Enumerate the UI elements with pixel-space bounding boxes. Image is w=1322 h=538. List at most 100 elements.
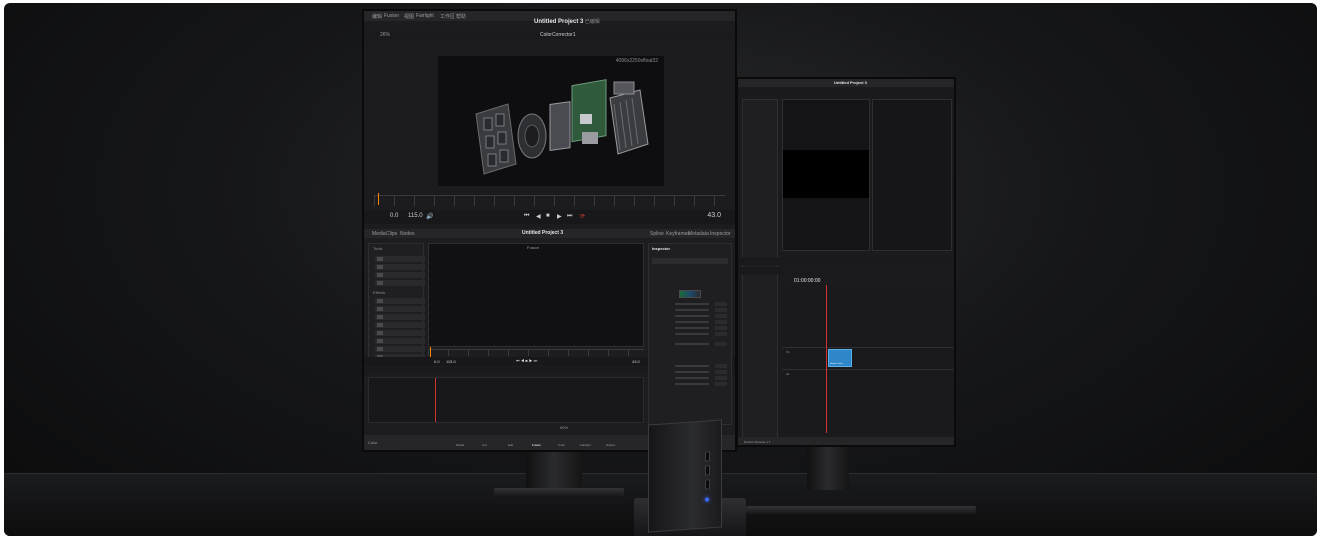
bottom-top-bar: Media Clips Nodes Untitled Project 3 Spl… [364,229,735,238]
tab-clips[interactable]: Clips [386,231,397,237]
track-v1: V1 [782,347,954,370]
page-tab-media[interactable]: Media [456,443,464,447]
node-name: ColorCorrector1 [540,32,576,38]
start-time[interactable]: 0.0 [390,213,398,219]
page-tab-cut[interactable]: Cut [482,443,487,447]
tab-nodes[interactable]: Nodes [400,231,414,237]
timeline-timecode: 01:00:00:00 [794,278,821,284]
timeline-clip[interactable]: Render Cache [828,349,852,367]
menu-item[interactable]: 帮助 [456,13,466,20]
tab-spline[interactable]: Spline [650,231,664,237]
inspector-header [652,258,728,264]
stop-icon[interactable]: ■ [546,213,550,219]
page-tab-fairlight[interactable]: Fairlight [580,443,591,447]
source-viewer[interactable] [782,99,870,251]
skip-back-icon[interactable]: ⏮ [524,213,529,220]
exploded-computer-render [475,79,649,175]
menu-item[interactable]: Fairlight [416,13,434,19]
page-tab-color[interactable]: Color [558,443,565,447]
inspector-row[interactable] [653,326,727,330]
track-a1: A1 [782,369,954,392]
viewer[interactable]: 4096x2250xfloat32 [438,56,664,186]
tool-item[interactable] [375,272,425,278]
tool-item[interactable] [375,256,425,262]
effects-group-label: Effects [373,290,386,295]
viewer-label: Fusion [527,245,540,250]
tab-inspector[interactable]: Inspector [710,231,731,237]
tab-media[interactable]: Media [372,231,386,237]
effects-library: Tools Effects [368,243,425,361]
node-playhead[interactable] [435,378,436,422]
inspector-row[interactable] [653,364,727,368]
inspector-title: Inspector [652,246,671,251]
menu-item[interactable]: 编辑 [372,13,382,20]
timeline-viewer[interactable] [872,99,952,251]
inspector-row[interactable] [653,308,727,312]
bottom-playhead[interactable] [430,347,431,357]
tool-item[interactable] [375,306,425,312]
inspector-row[interactable] [653,370,727,374]
tool-item[interactable] [375,298,425,304]
tab-keyframes[interactable]: Keyframes [666,231,690,237]
edit-toolbar [738,267,954,275]
step-back-icon[interactable]: ◀ [536,213,541,220]
zoom-value[interactable]: 50% [560,425,568,430]
zoom-level[interactable]: 26% [380,32,390,38]
inspector-row[interactable] [653,376,727,380]
menu-item[interactable]: Fusion [384,13,399,19]
page-tab-edit[interactable]: Edit [508,443,513,447]
page-tab-deliver[interactable]: Deliver [606,443,615,447]
color-wheel[interactable] [679,290,701,298]
menu-bar: 编辑 Fusion 视图 Fairlight 工作区 帮助 Untitled P… [364,11,735,25]
source-frame [783,150,869,198]
track-label-v1: V1 [786,350,790,354]
power-led [705,497,709,502]
tool-item[interactable] [375,338,425,344]
product-scene: 编辑 Fusion 视图 Fairlight 工作区 帮助 Untitled P… [4,3,1317,536]
right-monitor: Untitled Project 3 01:00:00:00 V1 A1 Ren… [736,77,956,447]
tool-item[interactable] [375,264,425,270]
audio-icon[interactable]: 🔊 [426,213,433,220]
menu-item[interactable]: 工作区 [440,13,455,20]
inspector-row[interactable] [653,342,727,346]
pc-chassis [648,419,722,533]
bottom-start-time[interactable]: 0.0 [434,359,440,364]
timeline[interactable]: V1 A1 Render Cache [782,285,954,433]
bottom-viewer[interactable]: Fusion [428,243,644,347]
tool-item[interactable] [375,322,425,328]
end-time[interactable]: 115.0 [408,213,423,219]
loop-icon[interactable]: ⟳ [580,213,585,220]
tab-metadata[interactable]: Metadata [688,231,709,237]
page-tab-fusion[interactable]: Fusion [532,443,541,447]
play-icon[interactable]: ▶ [557,213,562,220]
bottom-time-ruler[interactable] [428,349,644,356]
tool-item[interactable] [375,314,425,320]
right-toolbar [738,89,954,97]
usb-port [705,479,710,490]
right-project-title: Untitled Project 3 [834,80,867,85]
inspector-row[interactable] [653,320,727,324]
inspector-row[interactable] [653,332,727,336]
timeline-playhead[interactable] [826,285,827,433]
tool-item[interactable] [375,330,425,336]
time-ruler[interactable] [374,195,725,206]
tool-item[interactable] [375,280,425,286]
frame-number: 43.0 [707,212,721,219]
usb-port [705,451,710,462]
node-editor[interactable] [368,377,644,423]
right-page-tabs: DaVinci Resolve 17 [738,437,954,445]
tools-group-label: Tools [373,246,383,251]
inspector-row[interactable] [653,302,727,306]
bottom-end-time[interactable]: 115.0 [446,359,456,364]
usb-port [705,465,710,476]
bottom-play-controls[interactable]: ⏮ ◀ ■ ▶ ⏭ [516,358,537,363]
skip-forward-icon[interactable]: ⏭ [567,213,572,220]
tool-item[interactable] [375,346,425,352]
playhead[interactable] [378,193,379,205]
inspector-row[interactable] [653,314,727,318]
menu-item[interactable]: 视图 [404,13,414,20]
bottom-frame-number: 43.0 [632,359,640,364]
viewer-toolbar: 26% ColorCorrector1 [364,31,735,39]
right-menu-bar: Untitled Project 3 [738,79,954,87]
inspector-row[interactable] [653,382,727,386]
